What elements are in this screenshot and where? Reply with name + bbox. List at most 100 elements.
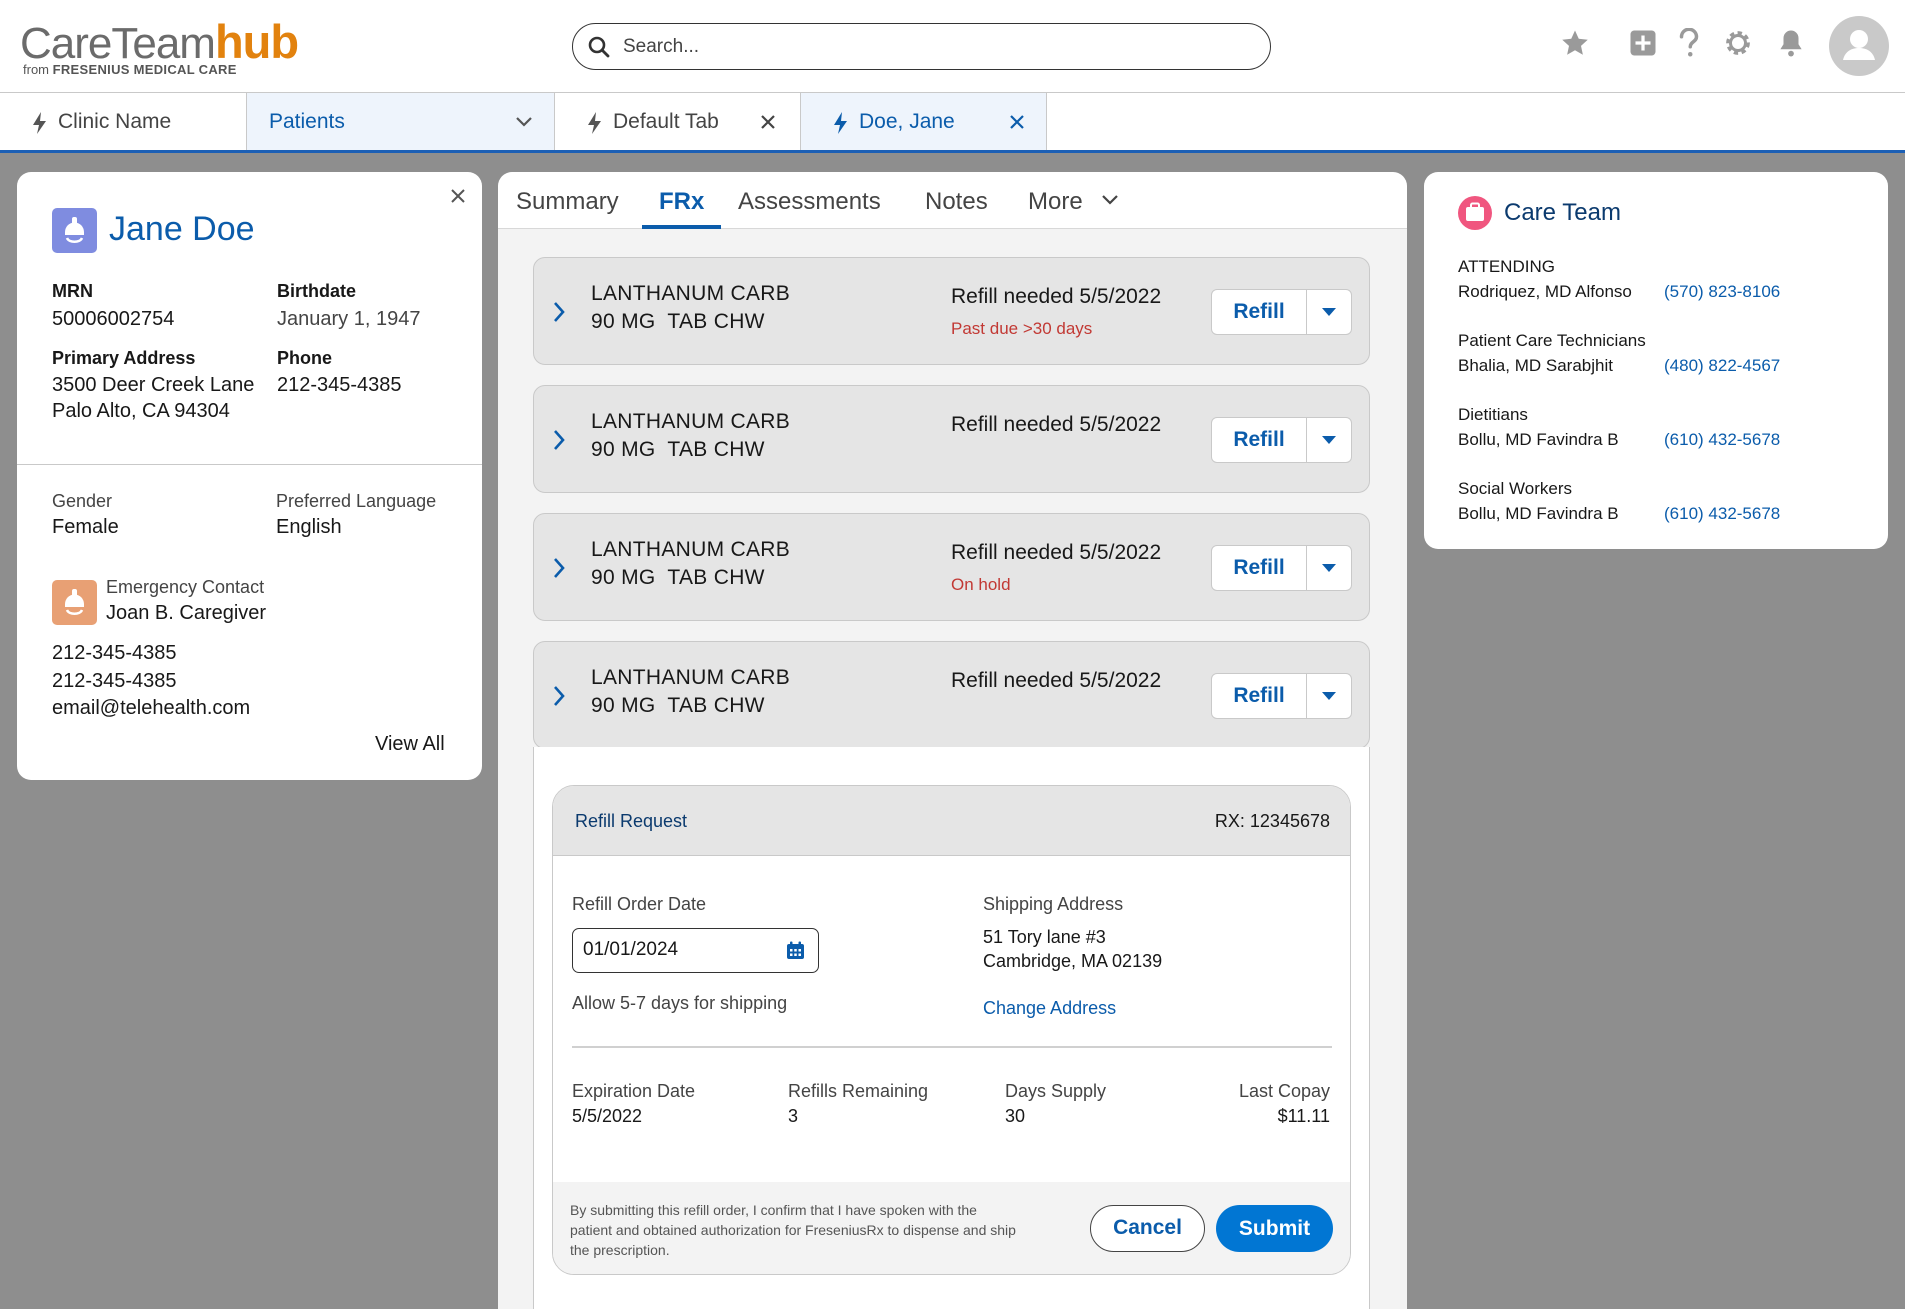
refill-button[interactable]: Refill: [1211, 673, 1307, 719]
tab-summary[interactable]: Summary: [516, 188, 619, 216]
frx-panel: Summary FRx Assessments Notes More LANTH…: [498, 172, 1407, 1309]
emergency-contact-icon: [52, 580, 97, 625]
submit-button[interactable]: Submit: [1216, 1205, 1333, 1252]
tab-patients-label: Patients: [269, 110, 345, 133]
phone-value[interactable]: 212-345-4385: [277, 374, 402, 397]
workspace-tab-bar: Clinic Name Patients Default Tab Doe, Ja…: [0, 93, 1905, 153]
calendar-icon[interactable]: [786, 941, 805, 960]
refill-menu-button[interactable]: [1306, 545, 1352, 591]
expiration-label: Expiration Date: [572, 1081, 696, 1101]
star-icon[interactable]: [1560, 28, 1590, 58]
tab-frx[interactable]: FRx: [659, 188, 704, 216]
patient-card: Jane Doe MRN 50006002754 Birthdate Janua…: [17, 172, 482, 780]
address-line1: 3500 Deer Creek Lane: [52, 374, 255, 396]
chevron-down-icon[interactable]: [515, 116, 533, 128]
tab-more[interactable]: More: [1028, 188, 1118, 216]
shipping-note: Allow 5-7 days for shipping: [572, 993, 788, 1013]
search-icon: [588, 36, 610, 58]
mrn-value[interactable]: 50006002754: [52, 308, 174, 331]
refills-remaining-value: 3: [788, 1106, 799, 1126]
order-date-input[interactable]: [583, 939, 773, 961]
close-icon[interactable]: [450, 188, 466, 204]
care-team-icon: [1458, 196, 1492, 230]
emergency-email[interactable]: email@telehealth.com: [52, 697, 250, 720]
tab-notes[interactable]: Notes: [925, 188, 988, 216]
record-tabs: Summary FRx Assessments Notes More: [498, 172, 1407, 229]
care-member-phone[interactable]: (480) 822-4567: [1664, 356, 1780, 376]
tab-patients[interactable]: Patients: [247, 93, 555, 150]
gender-label: Gender: [52, 491, 113, 511]
chevron-right-icon[interactable]: [552, 556, 566, 580]
care-member-phone[interactable]: (610) 432-5678: [1664, 430, 1780, 450]
prescription-row: LANTHANUM CARB 90 MG TAB CHW Refill need…: [533, 385, 1370, 493]
drug-line1: LANTHANUM CARB: [591, 410, 791, 433]
emergency-phone-1[interactable]: 212-345-4385: [52, 642, 177, 665]
drug-line2: 90 MG TAB CHW: [591, 694, 765, 717]
emergency-phone-2[interactable]: 212-345-4385: [52, 670, 177, 693]
care-team-card: Care Team ATTENDING Rodriquez, MD Alfons…: [1424, 172, 1888, 549]
close-icon[interactable]: [1009, 114, 1025, 130]
refill-menu-button[interactable]: [1306, 417, 1352, 463]
refill-button[interactable]: Refill: [1211, 417, 1307, 463]
birthdate-value: January 1, 1947: [277, 308, 421, 330]
order-date-field[interactable]: [572, 928, 819, 973]
logo-hub-text: hub: [214, 15, 299, 68]
gender-value: Female: [52, 516, 119, 538]
help-icon[interactable]: [1675, 28, 1703, 58]
care-member-name: Rodriquez, MD Alfonso: [1458, 282, 1632, 301]
refill-button[interactable]: Refill: [1211, 545, 1307, 591]
tab-doe-jane[interactable]: Doe, Jane: [801, 93, 1047, 150]
refill-status: Past due >30 days: [951, 319, 1093, 338]
refill-needed: Refill needed 5/5/2022: [951, 669, 1162, 692]
shipping-address-line1: 51 Tory lane #3: [983, 927, 1106, 947]
refill-menu-button[interactable]: [1306, 289, 1352, 335]
chevron-right-icon[interactable]: [552, 428, 566, 452]
care-role: Social Workers: [1458, 479, 1572, 498]
drug-name: LANTHANUM CARB 90 MG TAB CHW: [591, 280, 790, 336]
patient-name[interactable]: Jane Doe: [109, 210, 255, 249]
drug-line1: LANTHANUM CARB: [591, 538, 791, 561]
last-copay-value: $11.11: [1277, 1106, 1330, 1126]
refill-button[interactable]: Refill: [1211, 289, 1307, 335]
tab-assessments[interactable]: Assessments: [738, 188, 881, 216]
care-member-phone[interactable]: (610) 432-5678: [1664, 504, 1780, 524]
tab-default-label: Default Tab: [613, 110, 719, 133]
change-address-link[interactable]: Change Address: [983, 998, 1116, 1019]
user-avatar[interactable]: [1829, 16, 1889, 76]
close-icon[interactable]: [760, 114, 776, 130]
chevron-right-icon[interactable]: [552, 684, 566, 708]
care-member-name: Bollu, MD Favindra B: [1458, 504, 1619, 523]
caret-down-icon: [1322, 692, 1336, 700]
address-line2: Palo Alto, CA 94304: [52, 400, 230, 422]
refill-needed: Refill needed 5/5/2022: [951, 541, 1162, 564]
global-search[interactable]: [572, 23, 1271, 70]
drug-name: LANTHANUM CARB 90 MG TAB CHW: [591, 536, 790, 592]
rx-number: RX: 12345678: [1214, 811, 1330, 831]
tab-clinic-name[interactable]: Clinic Name: [0, 93, 247, 150]
care-role: ATTENDING: [1458, 257, 1555, 276]
emergency-contact-label: Emergency Contact: [106, 577, 265, 597]
gear-icon[interactable]: [1723, 28, 1753, 58]
care-member-phone[interactable]: (570) 823-8106: [1664, 282, 1780, 302]
search-input[interactable]: [623, 34, 1223, 60]
prescription-list: LANTHANUM CARB 90 MG TAB CHW Refill need…: [498, 229, 1407, 1309]
refill-menu-button[interactable]: [1306, 673, 1352, 719]
last-copay-label: Last Copay: [1238, 1081, 1330, 1101]
bell-icon[interactable]: [1776, 28, 1806, 58]
patient-details: Jane Doe MRN 50006002754 Birthdate Janua…: [17, 172, 482, 465]
view-all-link[interactable]: View All: [375, 733, 445, 756]
tab-doe-jane-label: Doe, Jane: [859, 110, 955, 133]
emergency-contact-name: Joan B. Caregiver: [106, 602, 267, 624]
care-role: Patient Care Technicians: [1458, 331, 1646, 350]
tab-default[interactable]: Default Tab: [555, 93, 801, 150]
divider: [572, 1046, 1332, 1048]
mrn-label: MRN: [52, 281, 93, 301]
chevron-right-icon[interactable]: [552, 300, 566, 324]
add-icon[interactable]: [1628, 28, 1658, 58]
refill-request-header: Refill Request RX: 12345678: [553, 786, 1350, 856]
careteamhub-logo[interactable]: CareTeamhub from FRESENIUS MEDICAL CARE: [20, 14, 299, 77]
prescription-row: LANTHANUM CARB 90 MG TAB CHW Refill need…: [533, 257, 1370, 365]
cancel-button[interactable]: Cancel: [1090, 1205, 1205, 1252]
caret-down-icon: [1322, 436, 1336, 444]
lightning-icon: [834, 112, 847, 134]
